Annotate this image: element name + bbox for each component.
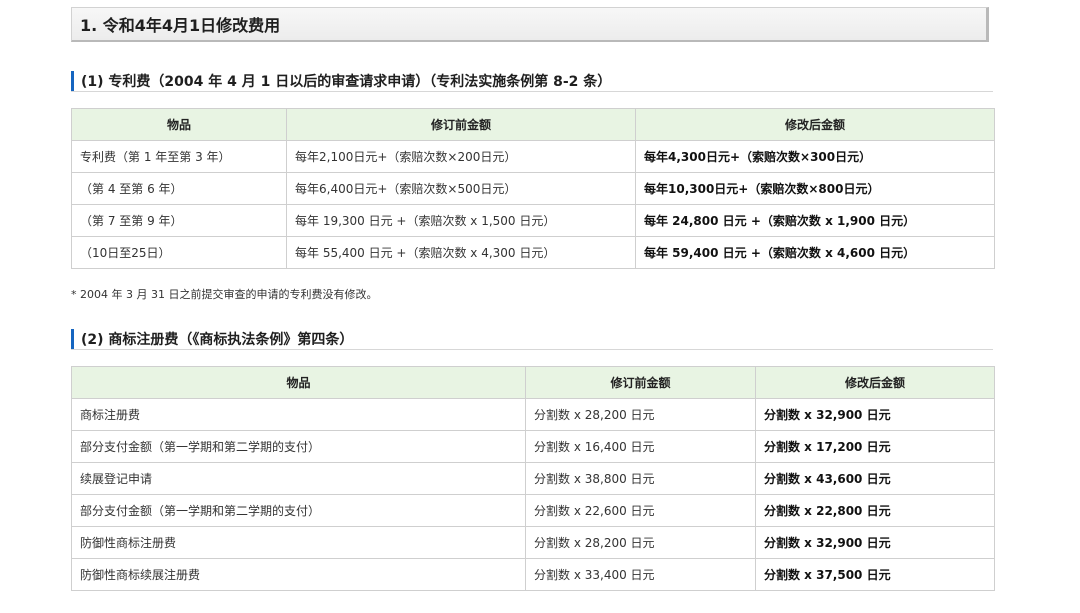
cell-after: 每年 59,400 日元 +（索赔次数 x 4,600 日元） bbox=[635, 236, 995, 269]
cell-item: （第 4 至第 6 年） bbox=[71, 172, 287, 205]
table-row: 续展登记申请 分割数 x 38,800 日元 分割数 x 43,600 日元 bbox=[71, 462, 995, 495]
col-header-before: 修订前金额 bbox=[286, 108, 636, 141]
cell-before: 每年 55,400 日元 +（索赔次数 x 4,300 日元） bbox=[286, 236, 636, 269]
section2-title: (2) 商标注册费（《商标执法条例》第四条） bbox=[81, 331, 354, 348]
col-header-item: 物品 bbox=[71, 366, 526, 399]
cell-after: 分割数 x 32,900 日元 bbox=[755, 526, 995, 559]
section2-heading: (2) 商标注册费（《商标执法条例》第四条） bbox=[71, 328, 993, 350]
cell-before: 分割数 x 16,400 日元 bbox=[525, 430, 756, 463]
col-header-item: 物品 bbox=[71, 108, 287, 141]
cell-after: 分割数 x 22,800 日元 bbox=[755, 494, 995, 527]
cell-item: 防御性商标续展注册费 bbox=[71, 558, 526, 591]
table-header-row: 物品 修订前金额 修改后金额 bbox=[71, 108, 995, 141]
section1-title: (1) 专利费（2004 年 4 月 1 日以后的审查请求申请）（专利法实施条例… bbox=[81, 73, 612, 90]
table-row: （10日至25日） 每年 55,400 日元 +（索赔次数 x 4,300 日元… bbox=[71, 236, 995, 269]
col-header-after: 修改后金额 bbox=[755, 366, 995, 399]
table-row: （第 7 至第 9 年） 每年 19,300 日元 +（索赔次数 x 1,500… bbox=[71, 204, 995, 237]
table-row: 商标注册费 分割数 x 28,200 日元 分割数 x 32,900 日元 bbox=[71, 398, 995, 431]
cell-after: 每年4,300日元+（索赔次数×300日元） bbox=[635, 140, 995, 173]
cell-before: 分割数 x 28,200 日元 bbox=[525, 526, 756, 559]
cell-item: 专利费（第 1 年至第 3 年） bbox=[71, 140, 287, 173]
section1-accent-bar bbox=[71, 70, 74, 91]
table-header-row: 物品 修订前金额 修改后金额 bbox=[71, 366, 995, 399]
cell-item: 部分支付金额（第一学期和第二学期的支付） bbox=[71, 430, 526, 463]
cell-item: （10日至25日） bbox=[71, 236, 287, 269]
cell-before: 每年6,400日元+（索赔次数×500日元） bbox=[286, 172, 636, 205]
section1-heading: (1) 专利费（2004 年 4 月 1 日以后的审查请求申请）（专利法实施条例… bbox=[71, 70, 993, 92]
table-row: 部分支付金额（第一学期和第二学期的支付） 分割数 x 16,400 日元 分割数… bbox=[71, 430, 995, 463]
cell-after: 每年10,300日元+（索赔次数×800日元） bbox=[635, 172, 995, 205]
cell-before: 分割数 x 28,200 日元 bbox=[525, 398, 756, 431]
cell-before: 每年2,100日元+（索赔次数×200日元） bbox=[286, 140, 636, 173]
patent-fee-note: * 2004 年 3 月 31 日之前提交审查的申请的专利费没有修改。 bbox=[71, 288, 378, 301]
cell-before: 分割数 x 33,400 日元 bbox=[525, 558, 756, 591]
patent-fee-table: 物品 修订前金额 修改后金额 专利费（第 1 年至第 3 年） 每年2,100日… bbox=[71, 108, 995, 269]
cell-before: 分割数 x 22,600 日元 bbox=[525, 494, 756, 527]
cell-after: 每年 24,800 日元 +（索赔次数 x 1,900 日元） bbox=[635, 204, 995, 237]
cell-after: 分割数 x 32,900 日元 bbox=[755, 398, 995, 431]
page-title-text: 1. 令和4年4月1日修改费用 bbox=[80, 16, 281, 35]
col-header-before: 修订前金额 bbox=[525, 366, 756, 399]
trademark-fee-table: 物品 修订前金额 修改后金额 商标注册费 分割数 x 28,200 日元 分割数… bbox=[71, 366, 995, 591]
cell-before: 分割数 x 38,800 日元 bbox=[525, 462, 756, 495]
cell-item: 续展登记申请 bbox=[71, 462, 526, 495]
table-row: 防御性商标注册费 分割数 x 28,200 日元 分割数 x 32,900 日元 bbox=[71, 526, 995, 559]
cell-before: 每年 19,300 日元 +（索赔次数 x 1,500 日元） bbox=[286, 204, 636, 237]
cell-item: 商标注册费 bbox=[71, 398, 526, 431]
table-row: 防御性商标续展注册费 分割数 x 33,400 日元 分割数 x 37,500 … bbox=[71, 558, 995, 591]
cell-after: 分割数 x 37,500 日元 bbox=[755, 558, 995, 591]
cell-item: 部分支付金额（第一学期和第二学期的支付） bbox=[71, 494, 526, 527]
table-row: 部分支付金额（第一学期和第二学期的支付） 分割数 x 22,600 日元 分割数… bbox=[71, 494, 995, 527]
cell-after: 分割数 x 43,600 日元 bbox=[755, 462, 995, 495]
table-row: 专利费（第 1 年至第 3 年） 每年2,100日元+（索赔次数×200日元） … bbox=[71, 140, 995, 173]
section2-accent-bar bbox=[71, 328, 74, 349]
col-header-after: 修改后金额 bbox=[635, 108, 995, 141]
cell-item: （第 7 至第 9 年） bbox=[71, 204, 287, 237]
table-row: （第 4 至第 6 年） 每年6,400日元+（索赔次数×500日元） 每年10… bbox=[71, 172, 995, 205]
cell-after: 分割数 x 17,200 日元 bbox=[755, 430, 995, 463]
cell-item: 防御性商标注册费 bbox=[71, 526, 526, 559]
page-title: 1. 令和4年4月1日修改费用 bbox=[71, 7, 989, 42]
